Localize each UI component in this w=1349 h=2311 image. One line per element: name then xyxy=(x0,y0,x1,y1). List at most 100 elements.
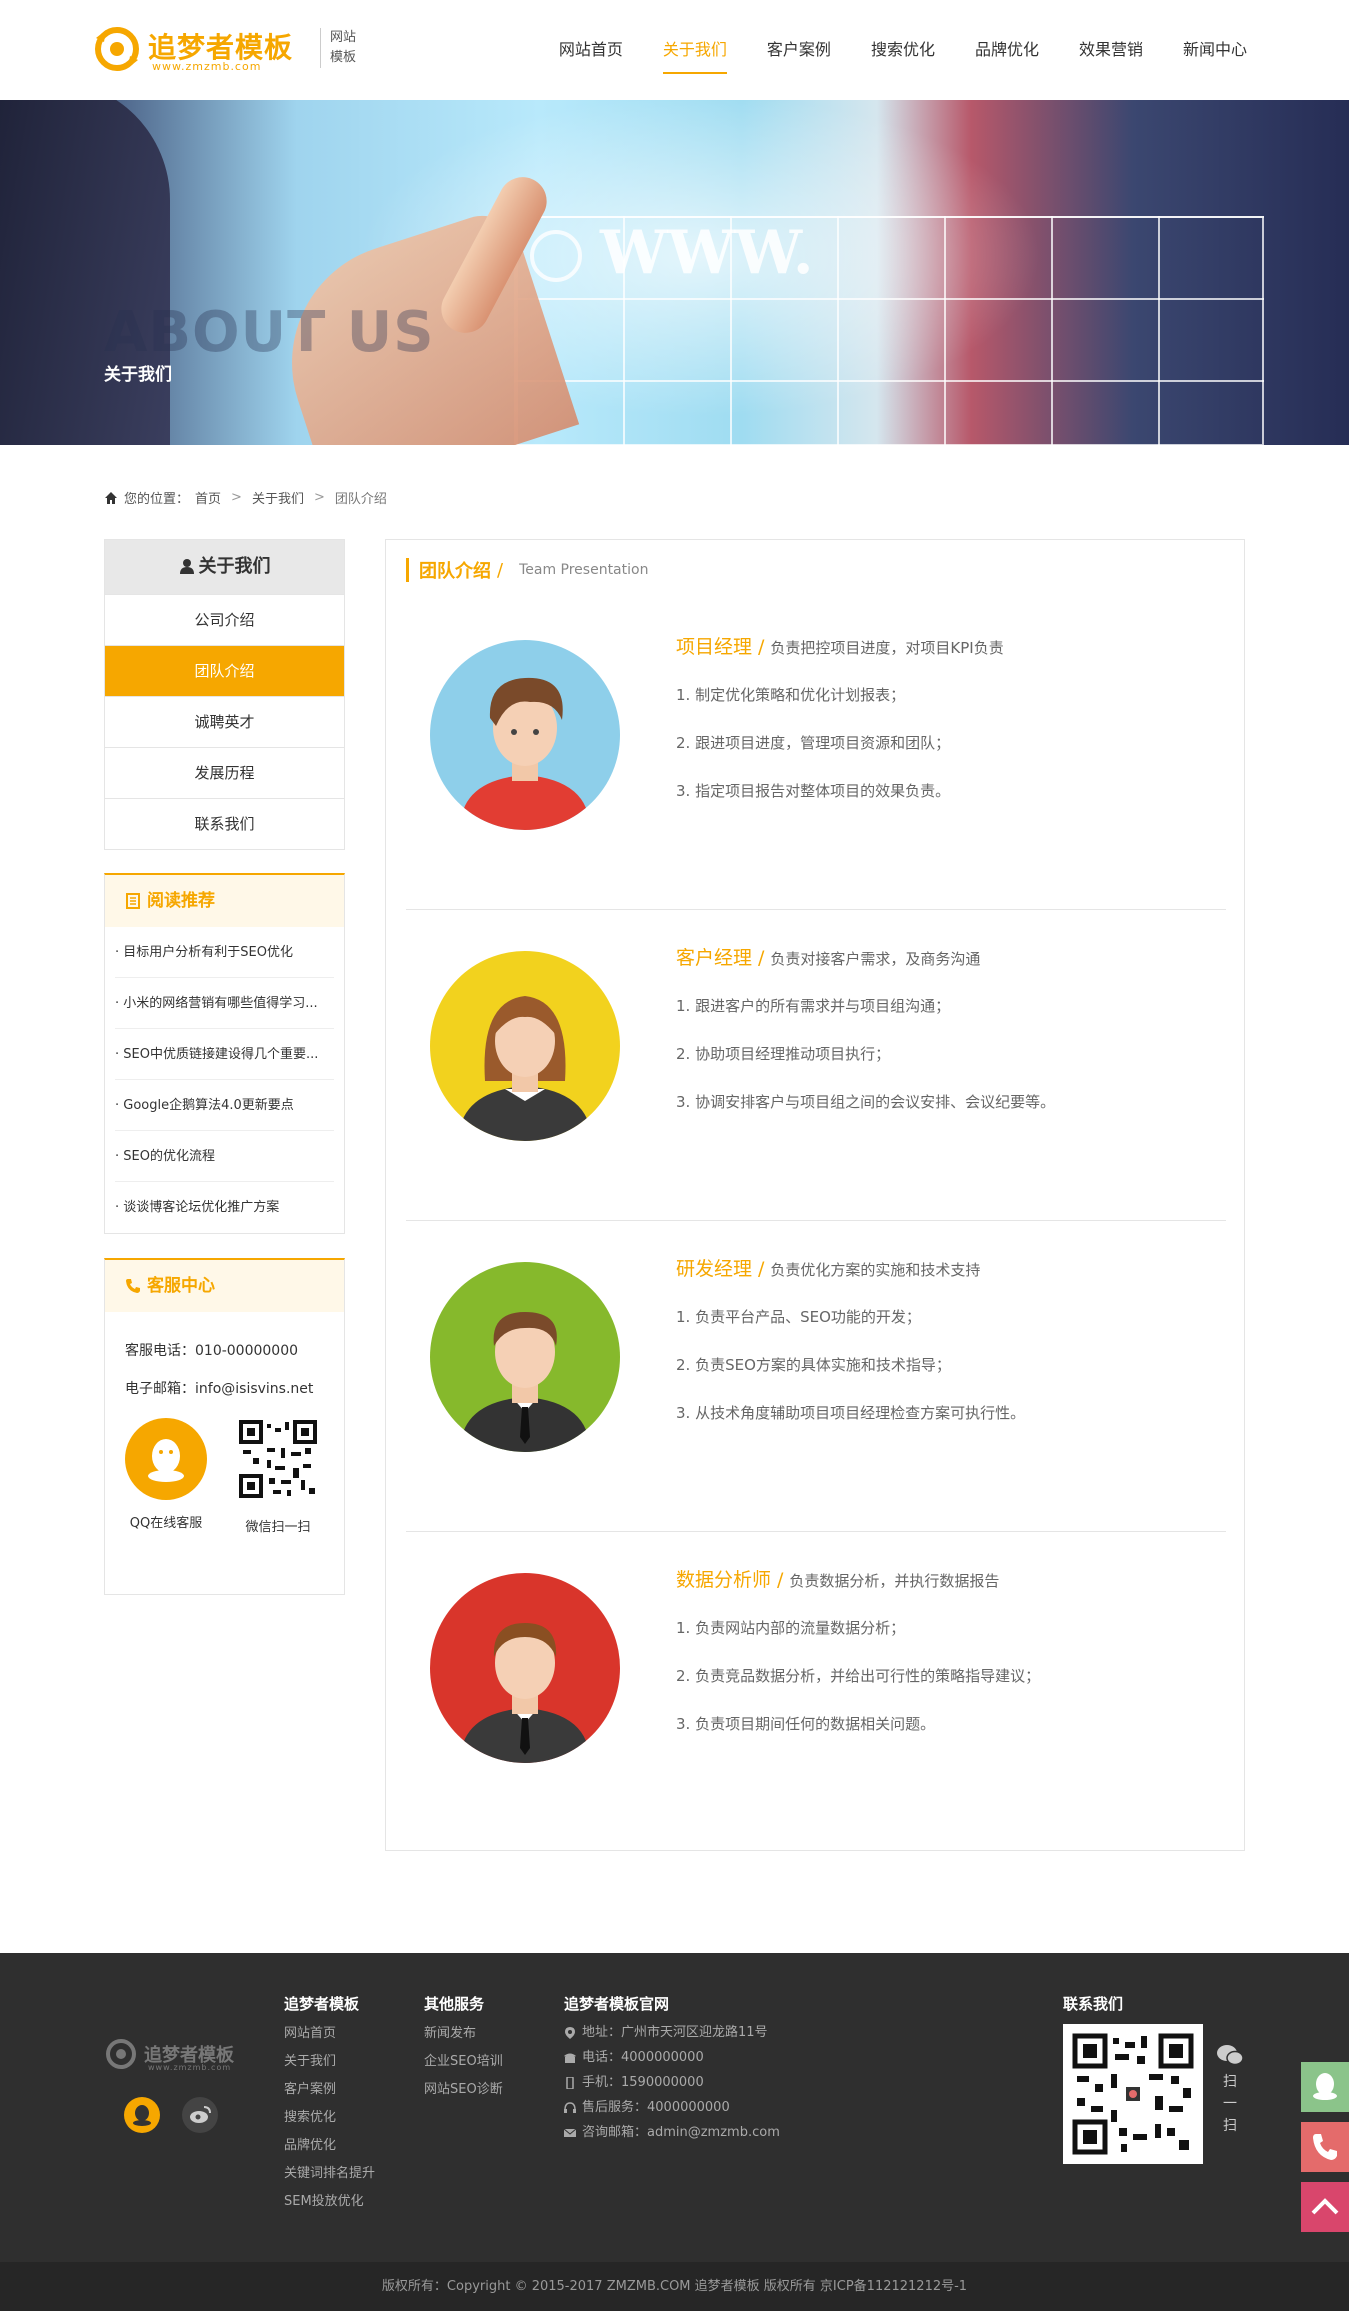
chevron-up-icon xyxy=(1311,2198,1339,2215)
member-title-slash: / xyxy=(777,1569,784,1591)
nav-item-home[interactable]: 网站首页 xyxy=(559,0,623,100)
user-icon xyxy=(179,559,194,574)
scan-char: 扫 xyxy=(1223,2074,1237,2090)
reading-item[interactable]: · SEO中优质链接建设得几个重要... xyxy=(115,1029,334,1080)
nav-item-brand[interactable]: 品牌优化 xyxy=(975,0,1039,100)
member-text: 研发经理 / 负责优化方案的实施和技术支持 1. 负责平台产品、SEO功能的开发； … xyxy=(676,1254,1216,1425)
sidebar-item-team[interactable]: 团队介绍 xyxy=(105,645,344,696)
footer-contact: 联系我们 xyxy=(1063,1993,1203,2164)
footer-aftersale-text: 售后服务：4000000000 xyxy=(582,2100,730,2115)
footer-link[interactable]: 企业SEO培训 xyxy=(424,2048,503,2076)
member-text: 项目经理 / 负责把控项目进度，对项目KPI负责 1. 制定优化策略和优化计划报表；… xyxy=(676,632,1216,803)
banner-www-text: WWW. xyxy=(600,218,814,288)
home-icon xyxy=(105,491,117,504)
member-desc: 负责对接客户需求，及商务沟通 xyxy=(770,950,981,968)
float-qq-button[interactable] xyxy=(1301,2062,1349,2112)
footer-mobile: 手机：1590000000 xyxy=(564,2070,780,2095)
about-banner: WWW. ABOUT US 关于我们 xyxy=(0,100,1349,445)
footer-logo-icon xyxy=(106,2039,136,2069)
avatar-pm xyxy=(430,640,620,830)
mobile-icon xyxy=(566,2076,574,2089)
sidebar-item-history[interactable]: 发展历程 xyxy=(105,747,344,798)
footer-logo[interactable]: 追梦者模板 www.zmzmb.com xyxy=(104,2037,264,2073)
reading-item[interactable]: · 小米的网络营销有哪些值得学习... xyxy=(115,978,334,1029)
footer-link[interactable]: 网站首页 xyxy=(284,2020,375,2048)
banner-title-en: ABOUT US xyxy=(104,300,435,365)
nav-item-seo[interactable]: 搜索优化 xyxy=(871,0,935,100)
footer-col-services: 其他服务 新闻发布 企业SEO培训 网站SEO诊断 xyxy=(424,1993,503,2104)
service-email: 电子邮箱：info@isisvins.net xyxy=(125,1381,314,1397)
sidebar-item-company[interactable]: 公司介绍 xyxy=(105,594,344,645)
breadcrumb-separator: > xyxy=(313,490,325,505)
footer-link[interactable]: 关于我们 xyxy=(284,2048,375,2076)
main-nav: 网站首页 关于我们 客户案例 搜索优化 品牌优化 效果营销 新闻中心 xyxy=(519,0,1247,100)
reading-item[interactable]: · 目标用户分析有利于SEO优化 xyxy=(115,927,334,978)
team-member-rd: 研发经理 / 负责优化方案的实施和技术支持 1. 负责平台产品、SEO功能的开发； … xyxy=(406,1222,1226,1532)
footer-link[interactable]: 搜索优化 xyxy=(284,2104,375,2132)
member-title-row: 研发经理 / 负责优化方案的实施和技术支持 xyxy=(676,1254,1216,1281)
footer-aftersale: 售后服务：4000000000 xyxy=(564,2095,780,2120)
nav-item-marketing[interactable]: 效果营销 xyxy=(1079,0,1143,100)
breadcrumb-about[interactable]: 关于我们 xyxy=(252,488,304,507)
member-title: 数据分析师 xyxy=(676,1569,772,1591)
breadcrumb-home[interactable]: 首页 xyxy=(195,488,221,507)
banner-sleeve-graphic xyxy=(0,100,170,445)
footer-link[interactable]: 品牌优化 xyxy=(284,2132,375,2160)
breadcrumb-separator: > xyxy=(231,490,242,505)
footer-link[interactable]: 新闻发布 xyxy=(424,2020,503,2048)
footer-link[interactable]: 网站SEO诊断 xyxy=(424,2076,503,2104)
weibo-icon[interactable] xyxy=(182,2097,218,2133)
sidebar-head: 关于我们 xyxy=(105,540,344,594)
reading-item[interactable]: · Google企鹅算法4.0更新要点 xyxy=(115,1080,334,1131)
member-title: 项目经理 xyxy=(676,636,753,658)
avatar-am xyxy=(430,951,620,1141)
footer-link[interactable]: 客户案例 xyxy=(284,2076,375,2104)
sidebar-item-contact[interactable]: 联系我们 xyxy=(105,798,344,849)
member-title: 研发经理 xyxy=(676,1258,753,1280)
member-duty: 2. 协助项目经理推动项目执行； xyxy=(676,1045,891,1063)
back-to-top-button[interactable] xyxy=(1301,2182,1349,2232)
banner-circle-graphic xyxy=(530,230,582,282)
qq-icon xyxy=(1313,2073,1337,2100)
member-duty: 3. 协调安排客户与项目组之间的会议安排、会议纪要等。 xyxy=(676,1093,1056,1111)
sidebar-menu: 关于我们 公司介绍 团队介绍 诚聘英才 发展历程 联系我们 xyxy=(104,539,345,850)
nav-item-about[interactable]: 关于我们 xyxy=(662,0,727,100)
float-phone-button[interactable] xyxy=(1301,2122,1349,2172)
nav-item-cases[interactable]: 客户案例 xyxy=(767,0,831,100)
scan-char: 扫 xyxy=(1223,2118,1237,2134)
team-content: 团队介绍 / Team Presentation 项目经理 / 负责把控项目进度，对… xyxy=(385,539,1245,1851)
scan-char: 一 xyxy=(1223,2096,1237,2112)
footer-scan: 扫 一 扫 xyxy=(1215,2043,1245,2137)
footer-mobile-text: 手机：1590000000 xyxy=(582,2075,704,2090)
member-duty: 3. 指定项目报告对整体项目的效果负责。 xyxy=(676,782,951,800)
member-title-slash: / xyxy=(758,947,765,969)
phone-icon xyxy=(126,1279,140,1293)
site-header: 追梦者模板 www.zmzmb.com 网站 模板 网站首页 关于我们 客户案例… xyxy=(0,0,1349,100)
nav-item-news[interactable]: 新闻中心 xyxy=(1183,0,1247,100)
breadcrumb-prefix: 您的位置： xyxy=(124,492,190,507)
qq-icon[interactable] xyxy=(124,2097,160,2133)
member-desc: 负责数据分析，并执行数据报告 xyxy=(789,1572,1000,1590)
reading-box: 阅读推荐 · 目标用户分析有利于SEO优化 · 小米的网络营销有哪些值得学习..… xyxy=(104,873,345,1234)
footer-col-title: 追梦者模板 xyxy=(284,1995,360,2013)
logo-tagline: 网站 模板 xyxy=(330,28,360,68)
footer-link[interactable]: 关键词排名提升 xyxy=(284,2160,375,2188)
team-member-analyst: 数据分析师 / 负责数据分析，并执行数据报告 1. 负责网站内部的流量数据分析； 2… xyxy=(406,1533,1226,1843)
footer-link[interactable]: SEM投放优化 xyxy=(284,2188,375,2216)
team-member-pm: 项目经理 / 负责把控项目进度，对项目KPI负责 1. 制定优化策略和优化计划报表；… xyxy=(406,600,1226,910)
footer-tel: 电话：4000000000 xyxy=(564,2045,780,2070)
member-title-slash: / xyxy=(758,1258,765,1280)
headset-icon xyxy=(564,2101,576,2113)
reading-list: · 目标用户分析有利于SEO优化 · 小米的网络营销有哪些值得学习... · S… xyxy=(105,927,344,1233)
member-duty: 2. 跟进项目进度，管理项目资源和团队； xyxy=(676,734,951,752)
reading-item[interactable]: · SEO的优化流程 xyxy=(115,1131,334,1182)
site-logo[interactable]: 追梦者模板 www.zmzmb.com 网站 模板 xyxy=(92,20,362,80)
reading-item[interactable]: · 谈谈博客论坛优化推广方案 xyxy=(115,1182,334,1233)
logo-url: www.zmzmb.com xyxy=(152,60,262,73)
qq-icon[interactable] xyxy=(125,1418,207,1500)
sidebar-item-jobs[interactable]: 诚聘英才 xyxy=(105,696,344,747)
wechat-label: 微信扫一扫 xyxy=(245,1520,311,1535)
member-duty: 1. 负责平台产品、SEO功能的开发； xyxy=(676,1308,921,1326)
qq-service[interactable]: QQ在线客服 xyxy=(125,1418,207,1535)
footer-social xyxy=(124,2097,218,2133)
